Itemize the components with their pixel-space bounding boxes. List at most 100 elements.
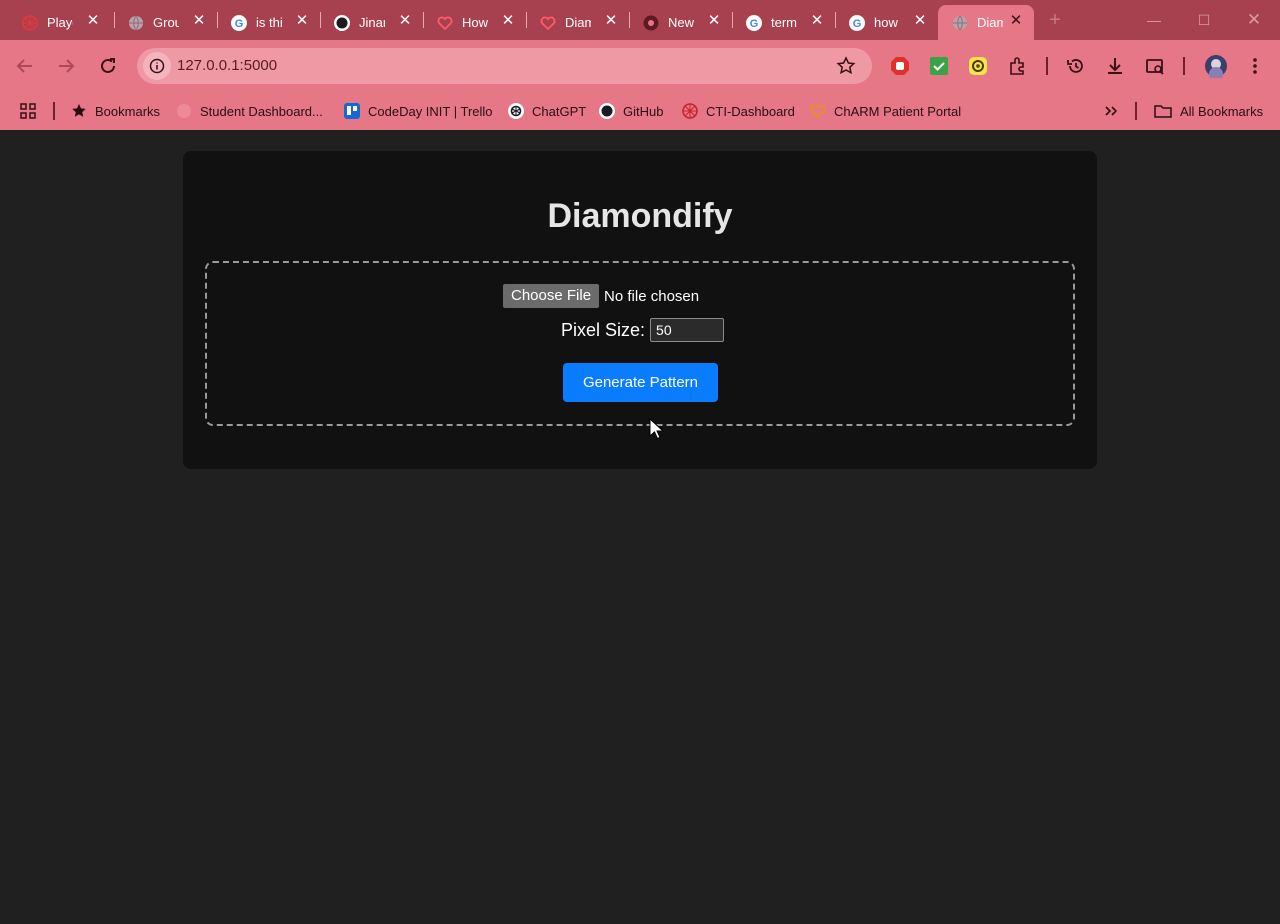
- close-icon[interactable]: ✕: [603, 13, 619, 29]
- chrome-icon: [643, 15, 659, 31]
- cti-icon: [682, 103, 698, 119]
- star-icon: [71, 103, 87, 119]
- bookmark-github[interactable]: GitHub: [599, 98, 663, 124]
- file-status: No file chosen: [604, 287, 700, 305]
- tab-label: is this: [256, 15, 282, 30]
- adblock-extension-icon[interactable]: [890, 56, 910, 76]
- arrow-right-icon: [59, 59, 75, 73]
- maximize-button[interactable]: ☐: [1192, 9, 1216, 31]
- github-icon: [334, 14, 350, 31]
- google-icon: G: [231, 14, 247, 31]
- tab-search-icon[interactable]: [1145, 56, 1165, 76]
- close-icon[interactable]: ✕: [294, 13, 310, 29]
- bookmark-student-dashboard[interactable]: Student Dashboard...: [176, 98, 323, 124]
- app-card: Diamondify Choose File No file chosen Pi…: [183, 151, 1097, 469]
- download-icon[interactable]: [1105, 56, 1125, 76]
- bookmark-label: ChatGPT: [532, 103, 587, 119]
- page-title: Diamondify: [547, 197, 733, 235]
- globe-gray-icon: [952, 15, 968, 31]
- apps-grid-icon: [20, 103, 36, 119]
- tab-label: Playground: [47, 15, 73, 30]
- history-icon[interactable]: [1066, 56, 1086, 76]
- arrow-left-icon: [16, 59, 32, 73]
- forward-button[interactable]: [54, 54, 78, 78]
- bookmark-bookmarks[interactable]: Bookmarks: [71, 98, 160, 124]
- bookmark-separator: [53, 102, 55, 120]
- bookmark-label: Bookmarks: [95, 103, 161, 119]
- pixel-size-input[interactable]: [650, 318, 725, 342]
- window-close-button[interactable]: ✕: [1242, 9, 1266, 31]
- google-icon: G: [849, 14, 865, 31]
- tab-strip: Playground ✕ Group ✕ G is this ✕ Jinari …: [0, 0, 1280, 40]
- minimize-button[interactable]: —: [1142, 9, 1166, 31]
- avatar[interactable]: [1204, 54, 1228, 78]
- chevron-double-right-icon: [1103, 103, 1119, 119]
- bookmark-label: CTI-Dashboard: [706, 103, 795, 119]
- close-icon[interactable]: ✕: [912, 13, 928, 29]
- tab-5[interactable]: How ✕: [423, 5, 526, 40]
- apps-button[interactable]: [20, 98, 44, 124]
- bookmark-charm-portal[interactable]: ChARM Patient Portal: [810, 98, 961, 124]
- github-icon: [599, 103, 615, 119]
- pixel-size-row: Pixel Size:: [561, 318, 725, 342]
- google-icon: G: [746, 14, 762, 31]
- tab-7[interactable]: New ✕: [629, 5, 732, 40]
- reload-icon: [101, 58, 115, 73]
- file-input[interactable]: Choose File No file chosen: [503, 284, 699, 308]
- close-icon[interactable]: ✕: [191, 13, 207, 29]
- all-bookmarks-button[interactable]: All Bookmarks: [1154, 98, 1263, 124]
- tab-label: How: [462, 15, 488, 30]
- choose-file-button[interactable]: Choose File: [503, 284, 600, 308]
- tab-active[interactable]: Diamondify ✕: [938, 5, 1034, 40]
- toolbar-separator: [1183, 57, 1185, 75]
- folder-icon: [1154, 103, 1172, 119]
- upload-dropzone[interactable]: Choose File No file chosen Pixel Size: G…: [205, 261, 1075, 426]
- toolbar-separator: [1046, 57, 1048, 75]
- url-text[interactable]: 127.0.0.1:5000: [177, 57, 277, 74]
- chatgpt-icon: [508, 103, 524, 119]
- student-dashboard-icon: [176, 103, 192, 119]
- bookmark-cti-dashboard[interactable]: CTI-Dashboard: [682, 98, 795, 124]
- tab-label: Diamond: [565, 15, 591, 30]
- bookmark-label: GitHub: [623, 103, 664, 119]
- generate-pattern-button[interactable]: Generate Pattern: [563, 363, 718, 402]
- tab-label: New: [668, 15, 694, 30]
- site-info-icon[interactable]: [143, 52, 171, 80]
- tab-4[interactable]: Jinari ✕: [320, 5, 423, 40]
- close-icon[interactable]: ✕: [706, 13, 722, 29]
- tab-3[interactable]: G is this ✕: [217, 5, 320, 40]
- reload-button[interactable]: [96, 54, 120, 78]
- checkmark-extension-icon[interactable]: [929, 56, 949, 76]
- page-content: Diamondify Choose File No file chosen Pi…: [0, 130, 1280, 924]
- bookmark-trello[interactable]: CodeDay INIT | Trello: [344, 98, 493, 124]
- back-button[interactable]: [13, 54, 37, 78]
- close-icon[interactable]: ✕: [1008, 13, 1024, 29]
- heart-icon: [437, 15, 453, 31]
- bookmark-star-icon[interactable]: [836, 56, 856, 76]
- bookmark-label: CodeDay INIT | Trello: [368, 103, 493, 119]
- bookmark-chatgpt[interactable]: ChatGPT: [508, 98, 586, 124]
- globe-red-icon: [22, 14, 38, 31]
- globe-gray-icon: [128, 15, 144, 31]
- close-icon[interactable]: ✕: [85, 13, 101, 29]
- new-tab-button[interactable]: +: [1044, 9, 1066, 31]
- all-bookmarks-label: All Bookmarks: [1180, 103, 1264, 119]
- tab-1[interactable]: Playground ✕: [8, 5, 111, 40]
- tab-8[interactable]: G term ✕: [732, 5, 835, 40]
- close-icon[interactable]: ✕: [809, 13, 825, 29]
- tab-9[interactable]: G how ✕: [835, 5, 938, 40]
- close-icon[interactable]: ✕: [397, 13, 413, 29]
- tab-label: term: [771, 15, 797, 30]
- more-bookmarks-button[interactable]: [1103, 98, 1127, 124]
- puzzle-extensions-icon[interactable]: [1008, 56, 1028, 76]
- svg-text:G: G: [235, 18, 244, 30]
- yellow-extension-icon[interactable]: [968, 56, 988, 76]
- kebab-menu-icon[interactable]: [1245, 56, 1265, 76]
- pixel-size-label: Pixel Size:: [561, 319, 646, 340]
- close-icon[interactable]: ✕: [500, 13, 516, 29]
- bookmark-label: ChARM Patient Portal: [834, 103, 962, 119]
- address-bar[interactable]: 127.0.0.1:5000: [137, 48, 872, 84]
- tab-6[interactable]: Diamond ✕: [526, 5, 629, 40]
- tab-label: Diamondify: [977, 15, 1003, 30]
- tab-2[interactable]: Group ✕: [114, 5, 217, 40]
